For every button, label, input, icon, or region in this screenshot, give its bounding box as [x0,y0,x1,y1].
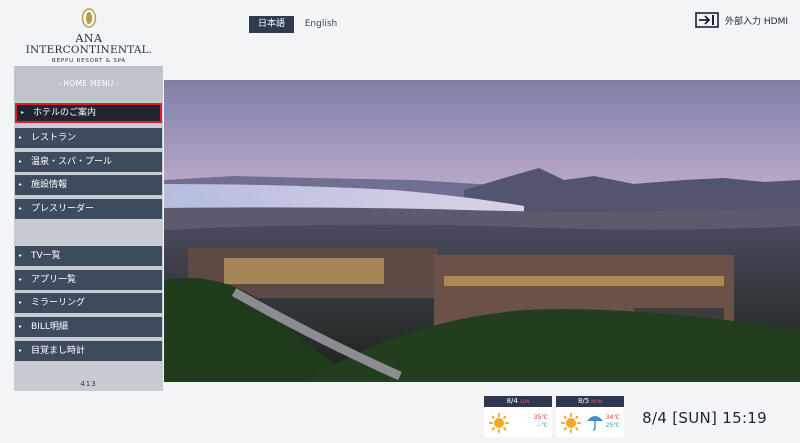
hero-image [164,80,800,382]
input-source-icon [695,12,719,28]
weather-date-header: 8/4 SUN [484,396,552,407]
logo-line2: INTERCONTINENTAL. [25,44,153,56]
date-time-clock: 8/4 [SUN] 15:19 [642,409,767,427]
menu-item-app-list[interactable]: アプリ一覧 [15,270,162,290]
menu-item-alarm-clock[interactable]: 目覚まし時計 [15,341,162,361]
temp-high: 35℃ [533,414,548,421]
weather-day-2: 8/5 MON 34℃ 25℃ [556,396,624,437]
weather-dow: SUN [519,400,530,405]
menu-title: - HOME MENU - [14,66,163,100]
temp-high: 34℃ [605,414,620,421]
language-english-button[interactable]: English [300,16,342,33]
external-input-button[interactable]: 外部入力 HDMI [695,12,788,28]
hotel-logo: ANA INTERCONTINENTAL. BEPPU RESORT & SPA [14,8,164,65]
weather-date: 8/4 [506,397,518,405]
temp-low: --℃ [536,422,548,429]
weather-dow: MON [591,400,603,405]
menu-item-mirroring[interactable]: ミラーリング [15,293,162,313]
weather-temps: 35℃ --℃ [534,414,548,430]
temp-low: 25℃ [605,422,620,429]
hotel-emblem-icon [81,8,97,28]
menu-item-pressreader[interactable]: プレスリーダー [15,199,162,219]
weather-date: 8/5 [577,397,590,405]
logo-line1: ANA [75,32,103,45]
menu-item-facilities[interactable]: 施設情報 [15,175,162,195]
weather-day-1: 8/4 SUN 35℃ --℃ [484,396,552,437]
logo-line3: BEPPU RESORT & SPA [52,58,126,64]
language-japanese-button[interactable]: 日本語 [249,16,294,33]
menu-item-tv-list[interactable]: TV一覧 [15,246,162,266]
menu-item-hotel-guide[interactable]: ホテルのご案内 [15,103,162,123]
home-menu: - HOME MENU - ホテルのご案内 レストラン 温泉・スパ・プール 施設… [14,66,163,391]
weather-date-header: 8/5 MON [556,396,624,407]
sun-with-umbrella-icon [587,416,603,431]
sunny-icon [489,413,509,433]
menu-item-bill[interactable]: BILL明細 [15,317,162,337]
menu-item-onsen-spa-pool[interactable]: 温泉・スパ・プール [15,152,162,172]
weather-temps: 34℃ 25℃ [606,414,620,430]
external-input-label: 外部入力 HDMI [725,16,788,27]
room-number: 413 [80,380,97,388]
menu-item-restaurant[interactable]: レストラン [15,128,162,148]
sunny-icon [561,413,581,433]
